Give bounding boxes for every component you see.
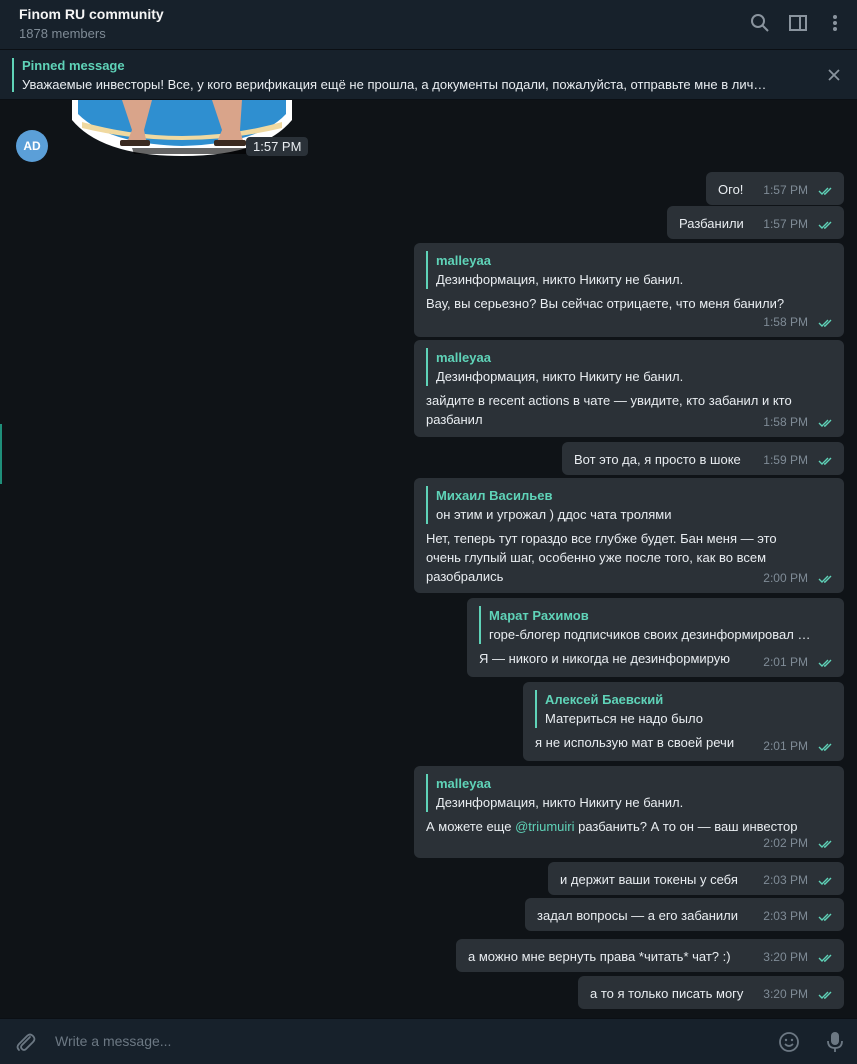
message-time: 1:58 PM (763, 415, 808, 429)
message-text-line: зайдите в recent actions в чате — увидит… (426, 393, 792, 408)
reply-text: он этим и угрожал ) ддос чата тролями (436, 507, 672, 522)
mention-link[interactable]: @triumuiri (515, 819, 574, 834)
reply-text: Дезинформация, никто Никиту не банил. (436, 272, 684, 287)
avatar[interactable]: AD (16, 130, 48, 162)
message-time: 3:20 PM (763, 987, 808, 1001)
message-time: 2:03 PM (763, 909, 808, 923)
sidebar-icon[interactable] (787, 12, 809, 34)
outgoing-message[interactable]: malleyaa Дезинформация, никто Никиту не … (414, 766, 844, 858)
double-check-icon (818, 743, 832, 751)
message-time: 1:57 PM (246, 137, 309, 156)
more-icon[interactable] (824, 12, 846, 34)
message-text: а то я только писать могу (590, 986, 744, 1001)
message-time: 3:20 PM (763, 950, 808, 964)
double-check-icon (818, 877, 832, 885)
reply-author: malleyaa (436, 776, 491, 791)
message-time: 1:57 PM (763, 183, 808, 197)
double-check-icon (818, 991, 832, 999)
reply-text: Дезинформация, никто Никиту не банил. (436, 795, 684, 810)
message-list[interactable]: AD 1:57 PM Ого! 1:57 PM Разбанили 1:57 P… (0, 100, 857, 1018)
reply-quote[interactable]: malleyaa Дезинформация, никто Никиту не … (426, 774, 832, 812)
double-check-icon (818, 575, 832, 583)
message-time: 1:59 PM (763, 453, 808, 467)
outgoing-message[interactable]: Михаил Васильев он этим и угрожал ) ддос… (414, 478, 844, 593)
message-text: Разбанили (679, 216, 744, 231)
message-time: 2:01 PM (763, 655, 808, 669)
outgoing-message[interactable]: Ого! 1:57 PM (706, 172, 844, 205)
message-text-part: разбанить? А то он — ваш инвестор (574, 819, 798, 834)
reply-quote[interactable]: malleyaa Дезинформация, никто Никиту не … (426, 251, 832, 289)
message-time: 2:01 PM (763, 739, 808, 753)
message-composer: Write a message... (0, 1018, 857, 1064)
outgoing-message[interactable]: Алексей Баевский Материться не надо было… (523, 682, 844, 761)
double-check-icon (818, 187, 832, 195)
pinned-text: Уважаемые инвесторы! Все, у кого верифик… (22, 77, 767, 92)
outgoing-message[interactable]: и держит ваши токены у себя 2:03 PM (548, 862, 844, 895)
message-time: 2:00 PM (763, 571, 808, 585)
outgoing-message[interactable]: задал вопросы — а его забанили 2:03 PM (525, 898, 844, 931)
reply-text: Материться не надо было (545, 711, 703, 726)
message-text: Вау, вы серьезно? Вы сейчас отрицаете, ч… (426, 296, 785, 311)
message-time: 1:58 PM (763, 315, 808, 329)
message-text: а можно мне вернуть права *читать* чат? … (468, 949, 731, 964)
double-check-icon (818, 419, 832, 427)
reply-text: Дезинформация, никто Никиту не банил. (436, 369, 684, 384)
message-text-line: очень глупый шаг, особенно уже после тог… (426, 550, 767, 565)
microphone-icon[interactable] (824, 1030, 846, 1054)
double-check-icon (818, 457, 832, 465)
double-check-icon (818, 840, 832, 848)
reply-author: Марат Рахимов (489, 608, 589, 623)
message-input[interactable]: Write a message... (55, 1033, 171, 1049)
search-icon[interactable] (749, 12, 771, 34)
pinned-title: Pinned message (22, 58, 125, 73)
double-check-icon (818, 319, 832, 327)
emoji-icon[interactable] (778, 1031, 800, 1053)
outgoing-message[interactable]: Вот это да, я просто в шоке 1:59 PM (562, 442, 844, 475)
reply-author: Алексей Баевский (545, 692, 664, 707)
outgoing-message[interactable]: malleyaa Дезинформация, никто Никиту не … (414, 243, 844, 337)
double-check-icon (818, 221, 832, 229)
double-check-icon (818, 913, 832, 921)
chat-header: Finom RU community 1878 members (0, 0, 857, 50)
double-check-icon (818, 954, 832, 962)
message-text-line: Нет, теперь тут гораздо все глубже будет… (426, 531, 777, 546)
reply-quote[interactable]: Алексей Баевский Материться не надо было (535, 690, 832, 728)
outgoing-message[interactable]: malleyaa Дезинформация, никто Никиту не … (414, 340, 844, 437)
chat-title[interactable]: Finom RU community (19, 6, 164, 22)
reply-text: горе-блогер подписчиков своих дезинформи… (489, 627, 811, 642)
reply-quote[interactable]: Михаил Васильев он этим и угрожал ) ддос… (426, 486, 832, 524)
reply-author: Михаил Васильев (436, 488, 553, 503)
outgoing-message[interactable]: а то я только писать могу 3:20 PM (578, 976, 844, 1009)
message-time: 2:03 PM (763, 873, 808, 887)
reply-quote[interactable]: Марат Рахимов горе-блогер подписчиков св… (479, 606, 832, 644)
message-text: Ого! (718, 182, 744, 197)
outgoing-message[interactable]: Разбанили 1:57 PM (667, 206, 844, 239)
message-time: 2:02 PM (763, 836, 808, 850)
reply-author: malleyaa (436, 350, 491, 365)
double-check-icon (818, 659, 832, 667)
pinned-accent-bar (12, 58, 14, 92)
close-icon[interactable] (826, 67, 842, 83)
scroll-indicator (0, 424, 2, 484)
reply-author: malleyaa (436, 253, 491, 268)
message-time: 1:57 PM (763, 217, 808, 231)
pinned-message[interactable]: Pinned message Уважаемые инвесторы! Все,… (0, 50, 857, 100)
reply-quote[interactable]: malleyaa Дезинформация, никто Никиту не … (426, 348, 832, 386)
message-text: задал вопросы — а его забанили (537, 908, 738, 923)
attach-icon[interactable] (14, 1031, 38, 1055)
outgoing-message[interactable]: Марат Рахимов горе-блогер подписчиков св… (467, 598, 844, 677)
message-text-part: А можете еще (426, 819, 516, 834)
member-count: 1878 members (19, 26, 106, 41)
message-text: и держит ваши токены у себя (560, 872, 738, 887)
outgoing-message[interactable]: а можно мне вернуть права *читать* чат? … (456, 939, 844, 972)
message-text: Вот это да, я просто в шоке (574, 452, 741, 467)
